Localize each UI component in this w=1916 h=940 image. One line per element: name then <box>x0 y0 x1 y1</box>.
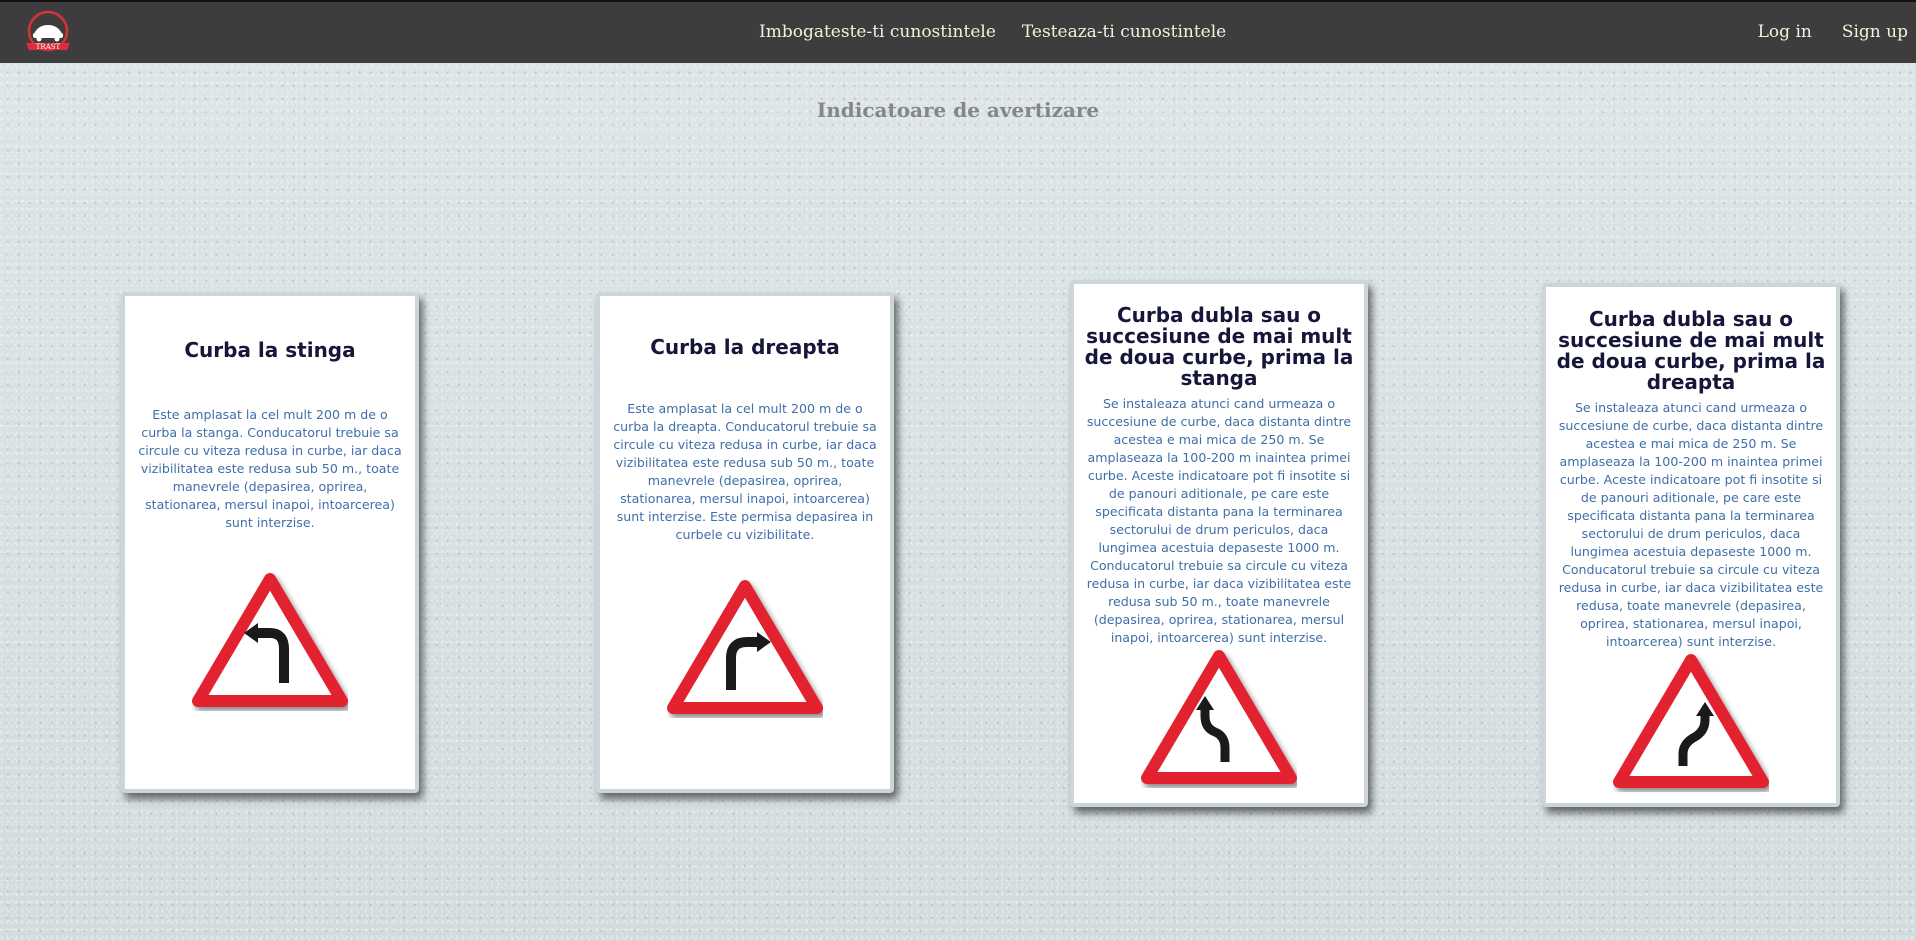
login-link[interactable]: Log in <box>1758 22 1812 42</box>
nav-link-testeaza[interactable]: Testeaza-ti cunostintele <box>1022 22 1226 42</box>
double-curve-left-sign-icon <box>1141 650 1297 784</box>
page-title: Indicatoare de avertizare <box>816 98 1100 122</box>
navbar: TRAST Imbogateste-ti cunostintele Testea… <box>0 0 1916 63</box>
curve-right-sign-icon <box>667 580 823 714</box>
car-logo-icon: TRAST <box>26 10 70 52</box>
card-description: Se instaleaza atunci cand urmeaza o succ… <box>1086 396 1352 645</box>
card-description: Este amplasat la cel mult 200 m de o cur… <box>613 401 877 542</box>
card-title: Curba dubla sau o succesiune de mai mult… <box>1556 307 1826 394</box>
logo[interactable]: TRAST <box>22 10 74 56</box>
card-description: Se instaleaza atunci cand urmeaza o succ… <box>1558 400 1824 649</box>
logo-text: TRAST <box>36 43 61 51</box>
nav-link-imbogateste[interactable]: Imbogateste-ti cunostintele <box>759 22 996 42</box>
sign-card-curve-right: Curba la dreapta Este amplasat la cel mu… <box>596 292 894 793</box>
sign-card-curve-left: Curba la stinga Este amplasat la cel mul… <box>121 292 419 793</box>
sign-card-double-curve-left: Curba dubla sau o succesiune de mai mult… <box>1070 280 1368 807</box>
double-curve-right-sign-icon <box>1613 654 1769 788</box>
card-title: Curba dubla sau o succesiune de mai mult… <box>1084 303 1354 390</box>
card-description: Este amplasat la cel mult 200 m de o cur… <box>138 407 402 530</box>
card-title: Curba la dreapta <box>650 335 840 359</box>
signup-link[interactable]: Sign up <box>1842 22 1908 42</box>
sign-card-double-curve-right: Curba dubla sau o succesiune de mai mult… <box>1542 283 1840 807</box>
card-title: Curba la stinga <box>184 338 356 362</box>
curve-left-sign-icon <box>192 573 348 707</box>
